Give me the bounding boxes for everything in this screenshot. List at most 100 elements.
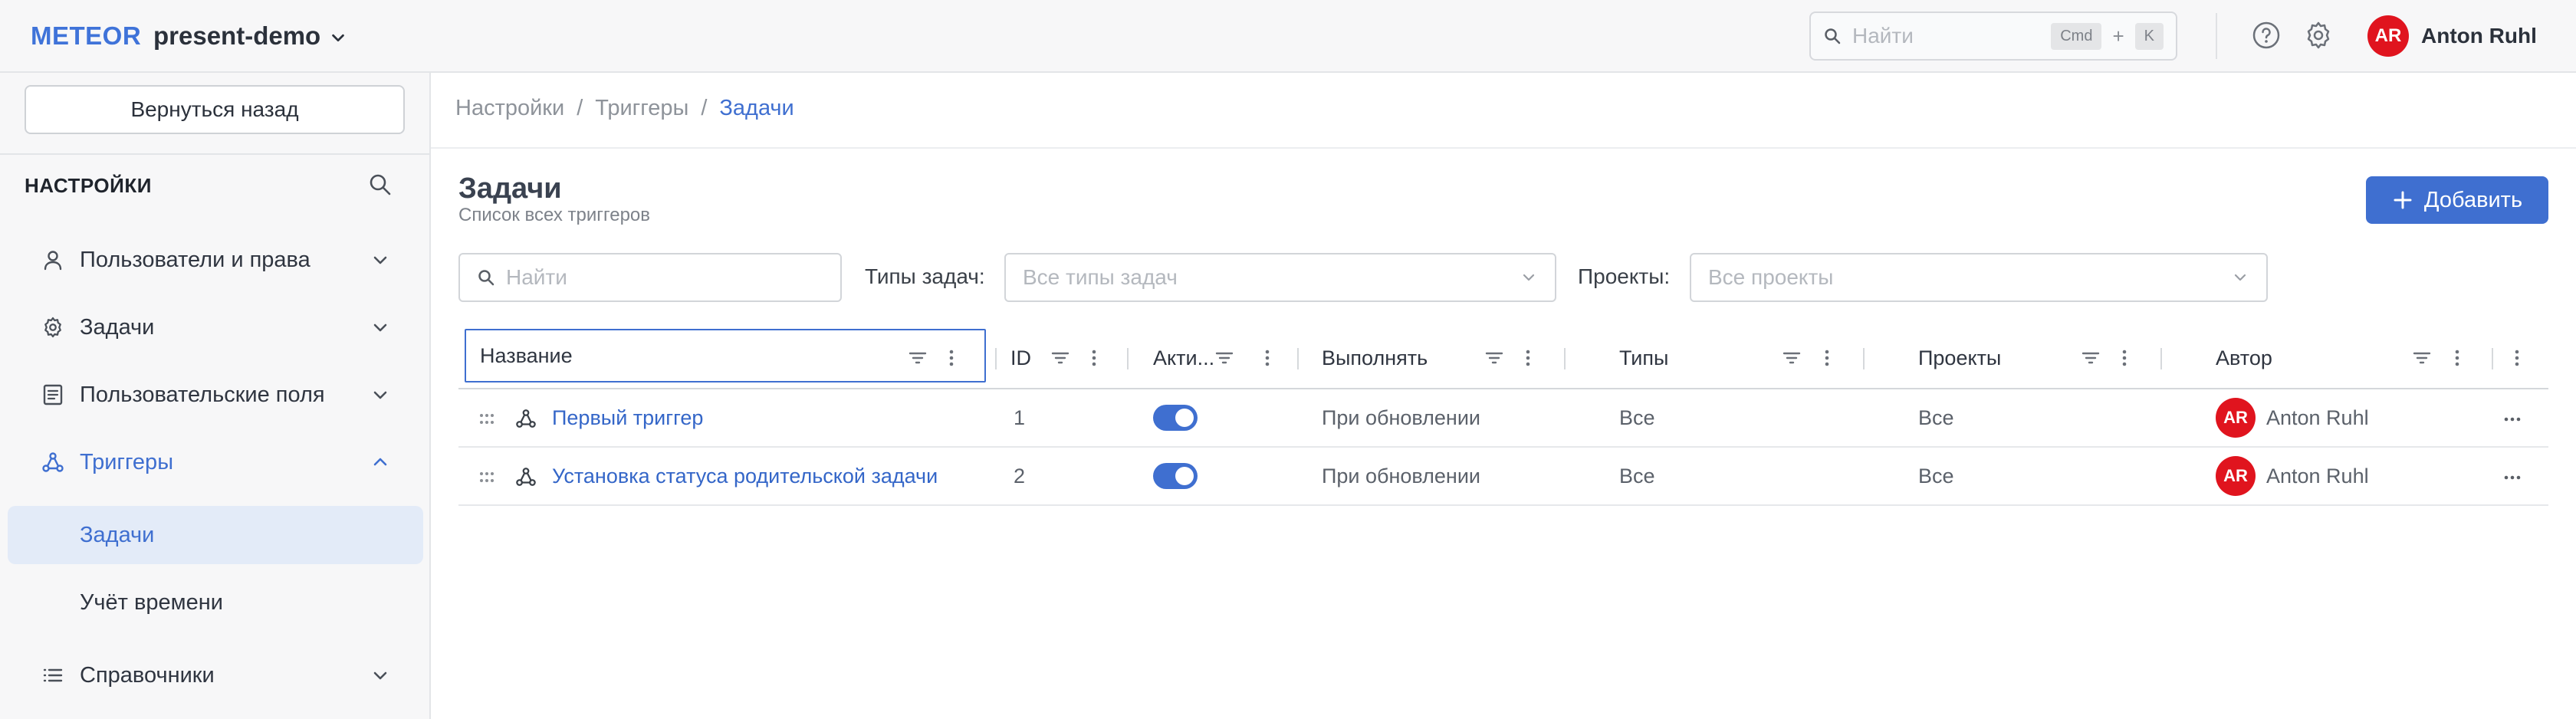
column-header-run[interactable]: Выполнять bbox=[1322, 328, 1428, 388]
filter-icon[interactable] bbox=[1049, 346, 1072, 369]
add-button[interactable]: Добавить bbox=[2366, 176, 2548, 224]
types-value: Все bbox=[1619, 464, 1655, 488]
trigger-name-link[interactable]: Установка статуса родительской задачи bbox=[552, 448, 938, 504]
filter-icon[interactable] bbox=[2410, 346, 2433, 369]
table-row[interactable]: Установка статуса родительской задачи 2 … bbox=[458, 448, 2548, 506]
chevron-down-icon bbox=[373, 391, 387, 399]
trigger-icon bbox=[516, 409, 536, 428]
trigger-name-link[interactable]: Первый триггер bbox=[552, 389, 703, 446]
table-settings-more-icon[interactable] bbox=[2505, 346, 2528, 369]
avatar: AR bbox=[2216, 398, 2256, 438]
top-bar: METEOR present-demo Найти Cmd + K AR Ant… bbox=[0, 0, 2576, 73]
run-condition: При обновлении bbox=[1322, 405, 1480, 429]
sidebar-subitem-time-tracking[interactable]: Учёт времени bbox=[8, 573, 423, 632]
task-types-placeholder: Все типы задач bbox=[1023, 265, 1178, 289]
projects-select[interactable]: Все проекты bbox=[1690, 253, 2268, 302]
page-title: Задачи bbox=[458, 172, 562, 205]
active-toggle[interactable] bbox=[1153, 405, 1198, 431]
author-cell: AR Anton Ruhl bbox=[2216, 448, 2369, 504]
chevron-down-icon bbox=[373, 671, 387, 680]
column-header-author[interactable]: Автор bbox=[2216, 328, 2272, 388]
breadcrumb-separator: / bbox=[701, 96, 708, 120]
filter-icon[interactable] bbox=[2079, 346, 2102, 369]
search-icon bbox=[478, 270, 495, 286]
sidebar-item-directories[interactable]: Справочники bbox=[0, 646, 429, 704]
chevron-up-icon bbox=[373, 458, 387, 466]
back-button[interactable]: Вернуться назад bbox=[25, 85, 405, 134]
user-menu[interactable]: AR Anton Ruhl bbox=[2367, 15, 2537, 57]
column-header-active[interactable]: Акти... bbox=[1153, 328, 1214, 388]
more-vertical-icon[interactable] bbox=[940, 346, 963, 369]
sidebar-item-triggers[interactable]: Триггеры bbox=[0, 433, 429, 491]
more-vertical-icon[interactable] bbox=[2446, 346, 2469, 369]
column-header-projects[interactable]: Проекты bbox=[1918, 328, 2001, 388]
breadcrumb-triggers[interactable]: Триггеры bbox=[595, 96, 688, 121]
list-icon bbox=[40, 662, 66, 688]
plus-icon bbox=[2394, 191, 2412, 209]
drag-handle-icon[interactable] bbox=[477, 468, 497, 488]
header-divider bbox=[431, 147, 2576, 149]
active-toggle[interactable] bbox=[1153, 463, 1198, 489]
project-switcher[interactable]: present-demo bbox=[153, 21, 347, 51]
column-title: Проекты bbox=[1918, 346, 2002, 369]
column-resizer[interactable] bbox=[2492, 348, 2493, 369]
more-vertical-icon[interactable] bbox=[2113, 346, 2136, 369]
header-divider bbox=[2216, 13, 2217, 59]
column-resizer[interactable] bbox=[2160, 348, 2162, 369]
brand-logo[interactable]: METEOR bbox=[31, 21, 141, 51]
settings-gear-icon[interactable] bbox=[2303, 20, 2334, 51]
projects-value: Все bbox=[1918, 464, 1954, 488]
global-search-input[interactable]: Найти Cmd + K bbox=[1809, 11, 2177, 61]
projects-value: Все bbox=[1918, 405, 1954, 429]
task-types-label: Типы задач: bbox=[865, 264, 985, 288]
more-vertical-icon[interactable] bbox=[1516, 346, 1539, 369]
row-more-icon[interactable] bbox=[2501, 408, 2524, 431]
sidebar-item-tasks[interactable]: Задачи bbox=[0, 298, 429, 356]
filter-icon[interactable] bbox=[1213, 346, 1236, 369]
column-header-types[interactable]: Типы bbox=[1619, 328, 1668, 388]
shortcut-k-key: K bbox=[2134, 22, 2164, 50]
column-resizer[interactable] bbox=[1297, 348, 1299, 369]
table-row[interactable]: Первый триггер 1 При обновлении Все Все … bbox=[458, 389, 2548, 448]
sidebar-item-custom-fields[interactable]: Пользовательские поля bbox=[0, 366, 429, 424]
more-vertical-icon[interactable] bbox=[1256, 346, 1279, 369]
column-resizer[interactable] bbox=[1564, 348, 1566, 369]
drag-handle-icon[interactable] bbox=[477, 409, 497, 429]
chevron-down-icon bbox=[2234, 274, 2246, 281]
trigger-icon bbox=[40, 449, 66, 475]
main-content: Настройки / Триггеры / Задачи Задачи Спи… bbox=[431, 73, 2576, 719]
column-title: Автор bbox=[2216, 346, 2272, 369]
form-icon bbox=[40, 382, 66, 408]
column-resizer[interactable] bbox=[1863, 348, 1865, 369]
sidebar-subitem-tasks[interactable]: Задачи bbox=[8, 506, 423, 564]
sidebar-item-users[interactable]: Пользователи и права bbox=[0, 231, 429, 289]
column-resizer[interactable] bbox=[1127, 348, 1129, 369]
search-input[interactable]: Найти bbox=[458, 253, 842, 302]
author-cell: AR Anton Ruhl bbox=[2216, 389, 2369, 446]
chevron-down-icon bbox=[1523, 274, 1535, 281]
help-icon[interactable] bbox=[2251, 20, 2282, 51]
column-header-id[interactable]: ID bbox=[1010, 328, 1031, 388]
breadcrumb-settings[interactable]: Настройки bbox=[455, 96, 564, 121]
sidebar-item-label: Справочники bbox=[80, 662, 215, 688]
project-name: present-demo bbox=[153, 21, 321, 50]
breadcrumb-separator: / bbox=[577, 96, 583, 120]
author-name: Anton Ruhl bbox=[2266, 405, 2369, 429]
chevron-down-icon bbox=[373, 323, 387, 332]
active-toggle-cell bbox=[1153, 389, 1198, 446]
column-resizer[interactable] bbox=[995, 348, 997, 369]
filter-icon[interactable] bbox=[906, 346, 929, 369]
more-vertical-icon[interactable] bbox=[1815, 346, 1838, 369]
sidebar-search-icon[interactable] bbox=[366, 171, 394, 199]
row-more-icon[interactable] bbox=[2501, 466, 2524, 489]
column-title: Выполнять bbox=[1322, 346, 1428, 369]
filter-icon[interactable] bbox=[1780, 346, 1803, 369]
trigger-id: 2 bbox=[1014, 464, 1026, 488]
sidebar-title: НАСТРОЙКИ bbox=[25, 174, 152, 197]
shortcut-plus: + bbox=[2112, 24, 2124, 48]
filter-icon[interactable] bbox=[1483, 346, 1506, 369]
more-vertical-icon[interactable] bbox=[1083, 346, 1106, 369]
user-icon bbox=[40, 247, 66, 273]
task-types-select[interactable]: Все типы задач bbox=[1004, 253, 1556, 302]
chevron-down-icon bbox=[373, 256, 387, 264]
